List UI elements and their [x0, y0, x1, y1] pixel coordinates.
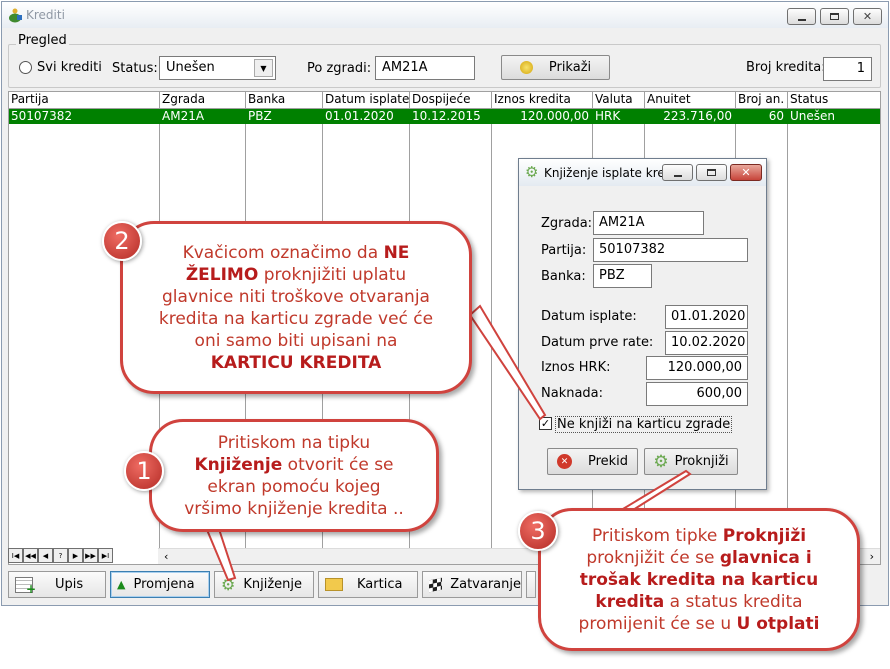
callout-1-text-a: Pritiskom na tipku [217, 432, 371, 453]
callout-1: Pritiskom na tipku Knjiženje otvorit će s… [149, 419, 439, 532]
callout-1-text: Pritiskom na tipku Knjiženje otvorit će s… [176, 432, 412, 520]
callout-2-bold-b: KARTICU KREDITA [210, 352, 382, 373]
callout-3-bold-a: Proknjiži [722, 525, 807, 546]
callout-2-text-a: Kvačicom označimo da [182, 242, 384, 263]
callout-3-text: Pritiskom tipke Proknjiži proknjižit će … [567, 525, 831, 635]
callout-2: Kvačicom označimo da NE ŽELIMO proknjiži… [120, 221, 472, 394]
callout-3-bold-c: U otplati [736, 613, 820, 634]
callout-1-bold-a: Knjiženje [194, 454, 283, 475]
callout-3-text-b: proknjižit će se [586, 547, 720, 568]
pointer-2 [468, 304, 547, 421]
callout-3: Pritiskom tipke Proknjiži proknjižit će … [538, 508, 860, 651]
callout-3-text-a: Pritiskom tipke [591, 525, 723, 546]
callout-2-badge: 2 [102, 221, 142, 261]
callout-3-badge: 3 [518, 511, 558, 551]
callout-1-badge: 1 [124, 451, 164, 491]
callout-2-text: Kvačicom označimo da NE ŽELIMO proknjiži… [153, 242, 439, 374]
